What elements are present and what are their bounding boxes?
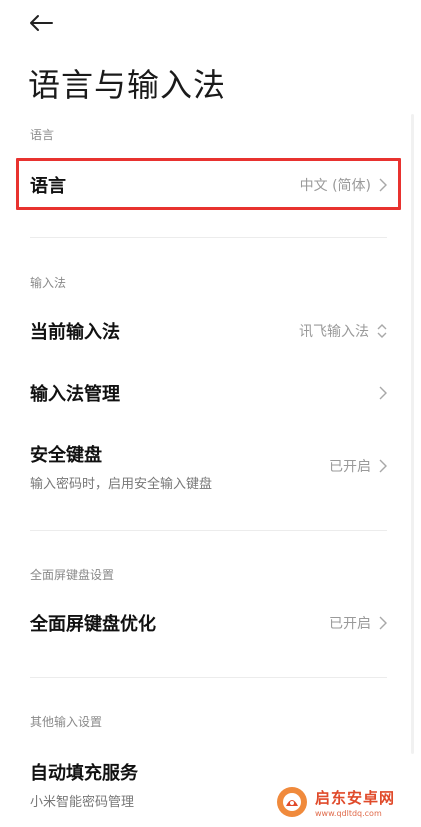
- fullscreen-keyboard-optimization-row[interactable]: 全面屏键盘优化 已开启: [30, 604, 387, 642]
- secure-keyboard-value: 已开启: [329, 459, 371, 475]
- secure-keyboard-title: 安全键盘: [30, 444, 102, 466]
- autofill-service-text: 自动填充服务 小米智能密码管理: [30, 759, 138, 810]
- secure-keyboard-row[interactable]: 安全键盘 输入密码时，启用安全输入键盘 已开启: [30, 440, 387, 492]
- chevron-right-icon: [379, 459, 387, 473]
- watermark: 启东安卓网 www.qdltdq.com: [275, 781, 415, 823]
- divider: [30, 530, 387, 531]
- back-arrow-icon: [30, 15, 53, 31]
- section-label-input-method: 输入法: [30, 276, 67, 290]
- divider: [30, 237, 387, 238]
- watermark-logo-icon: [277, 787, 307, 817]
- chevron-right-icon: [379, 616, 387, 630]
- secure-keyboard-right: 已开启: [329, 456, 387, 476]
- section-label-language: 语言: [30, 128, 55, 142]
- watermark-name: 启东安卓网: [315, 788, 396, 807]
- autofill-service-title: 自动填充服务: [30, 762, 138, 784]
- scrollbar[interactable]: [411, 114, 414, 754]
- page-title: 语言与输入法: [28, 66, 227, 104]
- current-input-method-title: 当前输入法: [30, 322, 120, 343]
- fullscreen-keyboard-optimization-title: 全面屏键盘优化: [30, 614, 156, 635]
- watermark-url: www.qdltdq.com: [315, 808, 382, 818]
- input-method-management-row[interactable]: 输入法管理: [30, 374, 387, 412]
- secure-keyboard-text: 安全键盘 输入密码时，启用安全输入键盘: [30, 441, 212, 492]
- secure-keyboard-subtitle: 输入密码时，启用安全输入键盘: [30, 476, 213, 492]
- highlight-box: [16, 158, 401, 210]
- current-input-method-right: 讯飞输入法: [299, 321, 387, 341]
- section-label-fullscreen: 全面屏键盘设置: [30, 568, 115, 582]
- updown-arrows-icon: [377, 324, 387, 338]
- divider: [30, 677, 387, 678]
- current-input-method-value: 讯飞输入法: [299, 324, 369, 340]
- autofill-service-subtitle: 小米智能密码管理: [30, 794, 135, 810]
- chevron-right-icon: [379, 386, 387, 400]
- current-input-method-row[interactable]: 当前输入法 讯飞输入法: [30, 312, 387, 350]
- input-method-management-right: [379, 386, 387, 400]
- input-method-management-title: 输入法管理: [30, 384, 120, 405]
- back-button[interactable]: [28, 8, 58, 38]
- fullscreen-keyboard-optimization-value: 已开启: [329, 616, 371, 632]
- watermark-text: 启东安卓网 www.qdltdq.com: [315, 787, 395, 818]
- fullscreen-keyboard-optimization-right: 已开启: [329, 613, 387, 633]
- section-label-other: 其他输入设置: [30, 715, 103, 729]
